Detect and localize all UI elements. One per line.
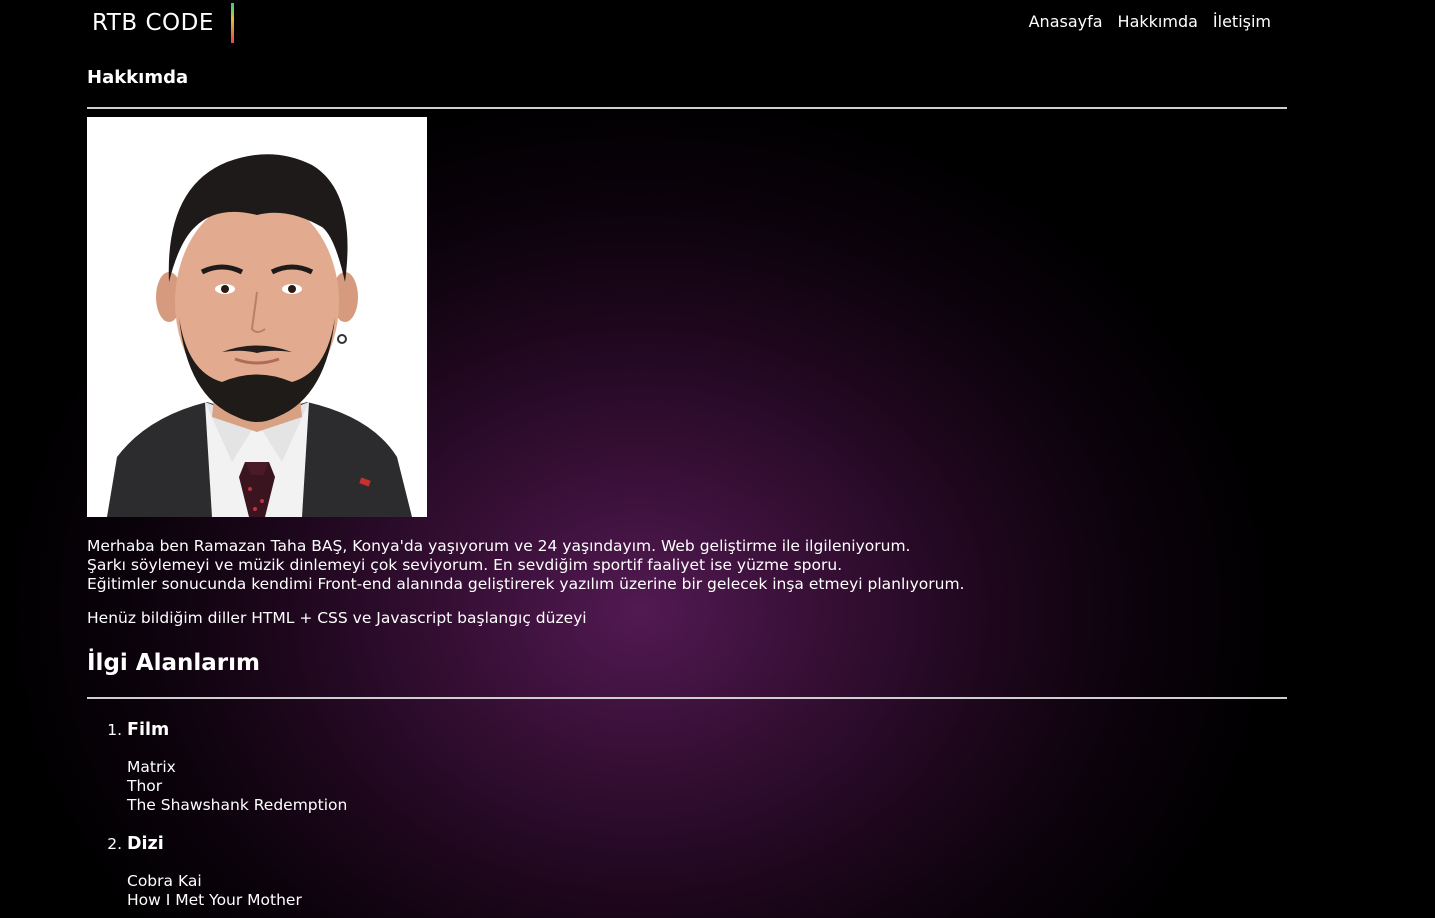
- nav-link-anasayfa[interactable]: Anasayfa: [1029, 12, 1103, 32]
- site-header: RTB CODE Anasayfa Hakkımda İletişim: [0, 0, 1435, 50]
- site-logo[interactable]: RTB CODE: [92, 8, 214, 38]
- list-item: How I Met Your Mother: [127, 891, 302, 909]
- list-item: Cobra Kai: [127, 872, 202, 890]
- bio-text: Merhaba ben Ramazan Taha BAŞ, Konya'da y…: [87, 537, 1287, 594]
- nav-link-iletisim[interactable]: İletişim: [1213, 12, 1271, 32]
- logo-accent-bar: [231, 3, 234, 43]
- interests-list: Film Matrix Thor The Shawshank Redemptio…: [87, 719, 1287, 910]
- list-item: Thor: [127, 777, 163, 795]
- interests-divider: [87, 697, 1287, 699]
- category-items: Matrix Thor The Shawshank Redemption: [127, 758, 1287, 815]
- nav-link-hakkimda[interactable]: Hakkımda: [1118, 12, 1198, 32]
- bio-line: Şarkı söylemeyi ve müzik dinlemeyi çok s…: [87, 556, 843, 574]
- list-item: The Shawshank Redemption: [127, 796, 348, 814]
- category-title: Dizi: [127, 834, 164, 854]
- main-content: Hakkımda Merhaba ben Ramazan Taha BAŞ, K…: [87, 66, 1287, 918]
- page-title: Hakkımda: [87, 67, 189, 88]
- list-item: Matrix: [127, 758, 176, 776]
- interest-category: Film Matrix Thor The Shawshank Redemptio…: [127, 719, 1287, 815]
- bio-line: Eğitimler sonucunda kendimi Front-end al…: [87, 575, 965, 593]
- bio-line: Merhaba ben Ramazan Taha BAŞ, Konya'da y…: [87, 537, 911, 555]
- languages-text: Henüz bildiğim diller HTML + CSS ve Java…: [87, 609, 587, 627]
- interests-heading: İlgi Alanlarım: [87, 650, 260, 676]
- category-items: Cobra Kai How I Met Your Mother: [127, 872, 1287, 910]
- title-divider: [87, 107, 1287, 109]
- category-title: Film: [127, 720, 170, 740]
- profile-photo: [87, 117, 427, 517]
- main-nav: Anasayfa Hakkımda İletişim: [1029, 12, 1271, 32]
- interest-category: Dizi Cobra Kai How I Met Your Mother: [127, 833, 1287, 910]
